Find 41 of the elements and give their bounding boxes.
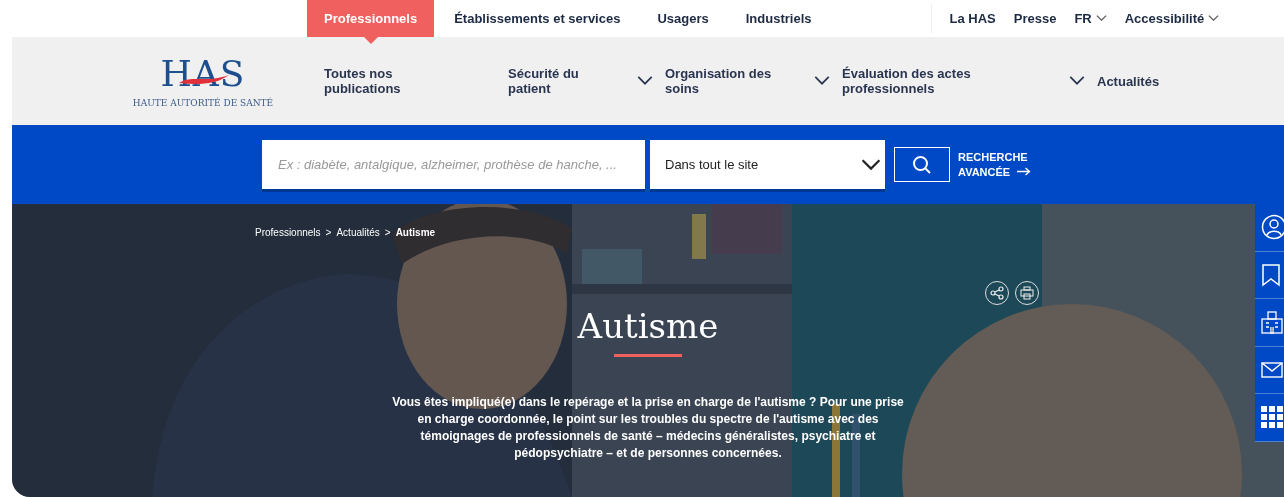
- grid-icon: [1261, 406, 1283, 429]
- nav-menu-item[interactable]: Toutes nos publications: [324, 66, 508, 96]
- building-icon: [1261, 310, 1283, 335]
- chevron-down-icon: [1069, 76, 1085, 86]
- logo-mark[interactable]: HAS: [160, 54, 246, 94]
- breadcrumb-link[interactable]: Actualités: [336, 227, 380, 238]
- breadcrumb-link[interactable]: Autisme: [395, 227, 436, 238]
- nav-menu-item[interactable]: Évaluation des actes professionnels: [842, 66, 1097, 96]
- mail-icon: [1261, 361, 1283, 378]
- intro-paragraph: Vous êtes impliqué(e) dans le repérage et la prise en charge de l'autisme ? Pour une prise en charge coordonnée, le point sur les troubles du spectre de l'autisme avec des témoignages de professionnels de santé – médecins généralistes, psychiatre et pédopsychiatre – et de personnes concernées.: [391, 394, 905, 462]
- printer-icon: [1020, 286, 1034, 300]
- page-title: Autisme: [577, 306, 719, 346]
- chevron-down-icon: [861, 158, 881, 171]
- search-button[interactable]: [894, 147, 950, 182]
- nav-menu-item[interactable]: Organisation des soins: [665, 66, 842, 96]
- utility-link[interactable]: La HAS: [940, 0, 1005, 37]
- advanced-search-link[interactable]: RECHERCHE AVANCÉE: [958, 149, 1058, 180]
- share-icon: [990, 286, 1004, 300]
- chevron-down-icon: [1208, 15, 1220, 22]
- arrow-right-icon: [1017, 166, 1032, 176]
- audience-tab[interactable]: Industriels: [728, 0, 829, 37]
- chevron-down-icon: [637, 76, 653, 86]
- breadcrumb-separator: >: [384, 227, 391, 238]
- audience-tab[interactable]: Établissements et services: [437, 0, 638, 37]
- chevron-down-icon: [814, 76, 830, 86]
- logo-swoosh-icon: [178, 72, 231, 86]
- chevron-down-icon: [1095, 15, 1107, 22]
- utility-link[interactable]: FR: [1065, 0, 1116, 37]
- audience-tab[interactable]: Usagers: [640, 0, 726, 37]
- scope-select[interactable]: Dans tout le site: [650, 140, 885, 189]
- search-icon: [912, 154, 932, 175]
- nav-menu-item[interactable]: Actualités: [1097, 73, 1217, 89]
- breadcrumb-separator: >: [325, 227, 332, 238]
- breadcrumb-link[interactable]: Professionnels: [255, 227, 321, 238]
- search-field[interactable]: Ex : diabète, antalgique, alzheimer, prothèse de hanche, ...: [262, 140, 645, 189]
- nav-menu-item[interactable]: Sécurité du patient: [508, 66, 665, 96]
- utility-link[interactable]: Presse: [1004, 0, 1066, 37]
- logo-tagline: HAUTE AUTORITÉ DE SANTÉ: [132, 98, 274, 108]
- user-icon: [1261, 214, 1284, 241]
- utility-link[interactable]: Accessibilité: [1115, 0, 1229, 37]
- bookmark-icon: [1261, 262, 1281, 287]
